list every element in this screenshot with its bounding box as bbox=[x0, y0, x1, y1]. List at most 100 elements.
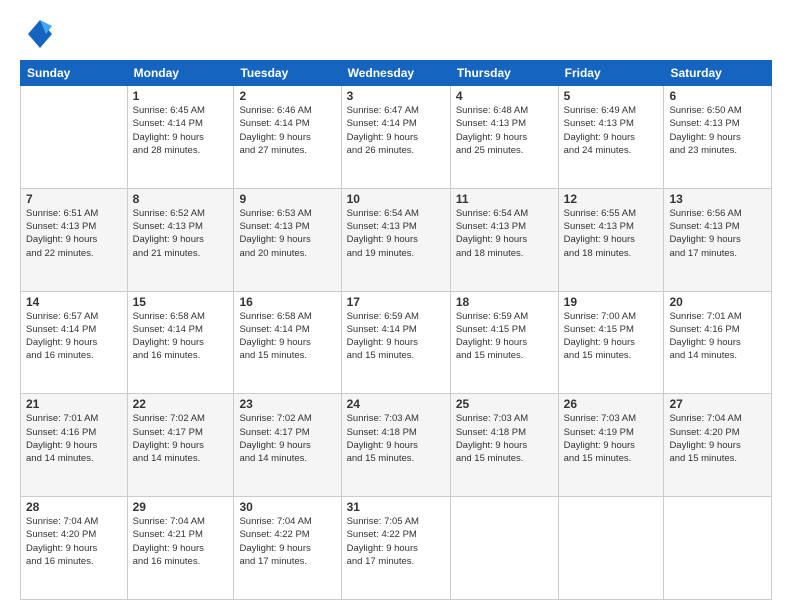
day-info: Sunrise: 6:55 AMSunset: 4:13 PMDaylight:… bbox=[564, 207, 659, 260]
calendar-cell: 9Sunrise: 6:53 AMSunset: 4:13 PMDaylight… bbox=[234, 188, 341, 291]
weekday-header-wednesday: Wednesday bbox=[341, 61, 450, 86]
day-info: Sunrise: 6:48 AMSunset: 4:13 PMDaylight:… bbox=[456, 104, 553, 157]
logo-icon bbox=[20, 16, 56, 52]
calendar-cell: 14Sunrise: 6:57 AMSunset: 4:14 PMDayligh… bbox=[21, 291, 128, 394]
calendar-cell: 3Sunrise: 6:47 AMSunset: 4:14 PMDaylight… bbox=[341, 86, 450, 189]
calendar-cell: 1Sunrise: 6:45 AMSunset: 4:14 PMDaylight… bbox=[127, 86, 234, 189]
day-number: 2 bbox=[239, 89, 335, 103]
calendar-cell bbox=[664, 497, 772, 600]
day-info: Sunrise: 6:47 AMSunset: 4:14 PMDaylight:… bbox=[347, 104, 445, 157]
calendar-cell bbox=[558, 497, 664, 600]
day-number: 27 bbox=[669, 397, 766, 411]
calendar-cell: 18Sunrise: 6:59 AMSunset: 4:15 PMDayligh… bbox=[450, 291, 558, 394]
day-info: Sunrise: 7:03 AMSunset: 4:19 PMDaylight:… bbox=[564, 412, 659, 465]
day-number: 24 bbox=[347, 397, 445, 411]
day-number: 5 bbox=[564, 89, 659, 103]
day-number: 8 bbox=[133, 192, 229, 206]
weekday-header-monday: Monday bbox=[127, 61, 234, 86]
day-info: Sunrise: 6:56 AMSunset: 4:13 PMDaylight:… bbox=[669, 207, 766, 260]
day-info: Sunrise: 7:02 AMSunset: 4:17 PMDaylight:… bbox=[239, 412, 335, 465]
day-info: Sunrise: 7:04 AMSunset: 4:20 PMDaylight:… bbox=[669, 412, 766, 465]
day-info: Sunrise: 7:00 AMSunset: 4:15 PMDaylight:… bbox=[564, 310, 659, 363]
calendar-cell: 26Sunrise: 7:03 AMSunset: 4:19 PMDayligh… bbox=[558, 394, 664, 497]
weekday-header-friday: Friday bbox=[558, 61, 664, 86]
calendar-cell: 25Sunrise: 7:03 AMSunset: 4:18 PMDayligh… bbox=[450, 394, 558, 497]
day-info: Sunrise: 6:57 AMSunset: 4:14 PMDaylight:… bbox=[26, 310, 122, 363]
calendar-week-row: 14Sunrise: 6:57 AMSunset: 4:14 PMDayligh… bbox=[21, 291, 772, 394]
day-info: Sunrise: 7:05 AMSunset: 4:22 PMDaylight:… bbox=[347, 515, 445, 568]
calendar-cell: 27Sunrise: 7:04 AMSunset: 4:20 PMDayligh… bbox=[664, 394, 772, 497]
weekday-header-sunday: Sunday bbox=[21, 61, 128, 86]
calendar-cell: 21Sunrise: 7:01 AMSunset: 4:16 PMDayligh… bbox=[21, 394, 128, 497]
day-number: 3 bbox=[347, 89, 445, 103]
calendar-week-row: 1Sunrise: 6:45 AMSunset: 4:14 PMDaylight… bbox=[21, 86, 772, 189]
day-info: Sunrise: 6:58 AMSunset: 4:14 PMDaylight:… bbox=[133, 310, 229, 363]
calendar-cell: 20Sunrise: 7:01 AMSunset: 4:16 PMDayligh… bbox=[664, 291, 772, 394]
day-number: 23 bbox=[239, 397, 335, 411]
day-info: Sunrise: 7:03 AMSunset: 4:18 PMDaylight:… bbox=[456, 412, 553, 465]
day-number: 22 bbox=[133, 397, 229, 411]
day-info: Sunrise: 6:54 AMSunset: 4:13 PMDaylight:… bbox=[347, 207, 445, 260]
weekday-header-row: SundayMondayTuesdayWednesdayThursdayFrid… bbox=[21, 61, 772, 86]
day-number: 15 bbox=[133, 295, 229, 309]
day-info: Sunrise: 6:45 AMSunset: 4:14 PMDaylight:… bbox=[133, 104, 229, 157]
day-number: 4 bbox=[456, 89, 553, 103]
calendar-cell: 29Sunrise: 7:04 AMSunset: 4:21 PMDayligh… bbox=[127, 497, 234, 600]
calendar-cell bbox=[450, 497, 558, 600]
day-info: Sunrise: 7:01 AMSunset: 4:16 PMDaylight:… bbox=[26, 412, 122, 465]
calendar-cell: 10Sunrise: 6:54 AMSunset: 4:13 PMDayligh… bbox=[341, 188, 450, 291]
calendar-cell: 2Sunrise: 6:46 AMSunset: 4:14 PMDaylight… bbox=[234, 86, 341, 189]
calendar-week-row: 7Sunrise: 6:51 AMSunset: 4:13 PMDaylight… bbox=[21, 188, 772, 291]
calendar-cell bbox=[21, 86, 128, 189]
day-info: Sunrise: 6:46 AMSunset: 4:14 PMDaylight:… bbox=[239, 104, 335, 157]
day-number: 9 bbox=[239, 192, 335, 206]
page: SundayMondayTuesdayWednesdayThursdayFrid… bbox=[0, 0, 792, 612]
day-info: Sunrise: 7:03 AMSunset: 4:18 PMDaylight:… bbox=[347, 412, 445, 465]
calendar-cell: 17Sunrise: 6:59 AMSunset: 4:14 PMDayligh… bbox=[341, 291, 450, 394]
calendar-cell: 5Sunrise: 6:49 AMSunset: 4:13 PMDaylight… bbox=[558, 86, 664, 189]
calendar-cell: 16Sunrise: 6:58 AMSunset: 4:14 PMDayligh… bbox=[234, 291, 341, 394]
calendar-week-row: 28Sunrise: 7:04 AMSunset: 4:20 PMDayligh… bbox=[21, 497, 772, 600]
calendar-cell: 6Sunrise: 6:50 AMSunset: 4:13 PMDaylight… bbox=[664, 86, 772, 189]
weekday-header-saturday: Saturday bbox=[664, 61, 772, 86]
weekday-header-thursday: Thursday bbox=[450, 61, 558, 86]
logo bbox=[20, 16, 60, 52]
day-info: Sunrise: 6:59 AMSunset: 4:14 PMDaylight:… bbox=[347, 310, 445, 363]
day-info: Sunrise: 7:01 AMSunset: 4:16 PMDaylight:… bbox=[669, 310, 766, 363]
calendar-cell: 31Sunrise: 7:05 AMSunset: 4:22 PMDayligh… bbox=[341, 497, 450, 600]
calendar-cell: 13Sunrise: 6:56 AMSunset: 4:13 PMDayligh… bbox=[664, 188, 772, 291]
header bbox=[20, 16, 772, 52]
day-info: Sunrise: 7:04 AMSunset: 4:20 PMDaylight:… bbox=[26, 515, 122, 568]
calendar-week-row: 21Sunrise: 7:01 AMSunset: 4:16 PMDayligh… bbox=[21, 394, 772, 497]
day-info: Sunrise: 6:50 AMSunset: 4:13 PMDaylight:… bbox=[669, 104, 766, 157]
calendar-cell: 19Sunrise: 7:00 AMSunset: 4:15 PMDayligh… bbox=[558, 291, 664, 394]
calendar-cell: 23Sunrise: 7:02 AMSunset: 4:17 PMDayligh… bbox=[234, 394, 341, 497]
day-info: Sunrise: 7:04 AMSunset: 4:22 PMDaylight:… bbox=[239, 515, 335, 568]
day-number: 1 bbox=[133, 89, 229, 103]
calendar-table: SundayMondayTuesdayWednesdayThursdayFrid… bbox=[20, 60, 772, 600]
day-info: Sunrise: 6:49 AMSunset: 4:13 PMDaylight:… bbox=[564, 104, 659, 157]
day-number: 11 bbox=[456, 192, 553, 206]
day-info: Sunrise: 6:52 AMSunset: 4:13 PMDaylight:… bbox=[133, 207, 229, 260]
calendar-cell: 24Sunrise: 7:03 AMSunset: 4:18 PMDayligh… bbox=[341, 394, 450, 497]
day-info: Sunrise: 6:58 AMSunset: 4:14 PMDaylight:… bbox=[239, 310, 335, 363]
day-number: 29 bbox=[133, 500, 229, 514]
calendar-cell: 22Sunrise: 7:02 AMSunset: 4:17 PMDayligh… bbox=[127, 394, 234, 497]
day-number: 28 bbox=[26, 500, 122, 514]
day-number: 7 bbox=[26, 192, 122, 206]
day-number: 14 bbox=[26, 295, 122, 309]
day-number: 12 bbox=[564, 192, 659, 206]
day-number: 18 bbox=[456, 295, 553, 309]
day-number: 19 bbox=[564, 295, 659, 309]
day-number: 25 bbox=[456, 397, 553, 411]
day-number: 21 bbox=[26, 397, 122, 411]
day-info: Sunrise: 6:51 AMSunset: 4:13 PMDaylight:… bbox=[26, 207, 122, 260]
day-info: Sunrise: 7:04 AMSunset: 4:21 PMDaylight:… bbox=[133, 515, 229, 568]
day-info: Sunrise: 6:53 AMSunset: 4:13 PMDaylight:… bbox=[239, 207, 335, 260]
calendar-cell: 4Sunrise: 6:48 AMSunset: 4:13 PMDaylight… bbox=[450, 86, 558, 189]
calendar-cell: 28Sunrise: 7:04 AMSunset: 4:20 PMDayligh… bbox=[21, 497, 128, 600]
day-number: 10 bbox=[347, 192, 445, 206]
day-number: 31 bbox=[347, 500, 445, 514]
calendar-cell: 15Sunrise: 6:58 AMSunset: 4:14 PMDayligh… bbox=[127, 291, 234, 394]
day-info: Sunrise: 6:59 AMSunset: 4:15 PMDaylight:… bbox=[456, 310, 553, 363]
